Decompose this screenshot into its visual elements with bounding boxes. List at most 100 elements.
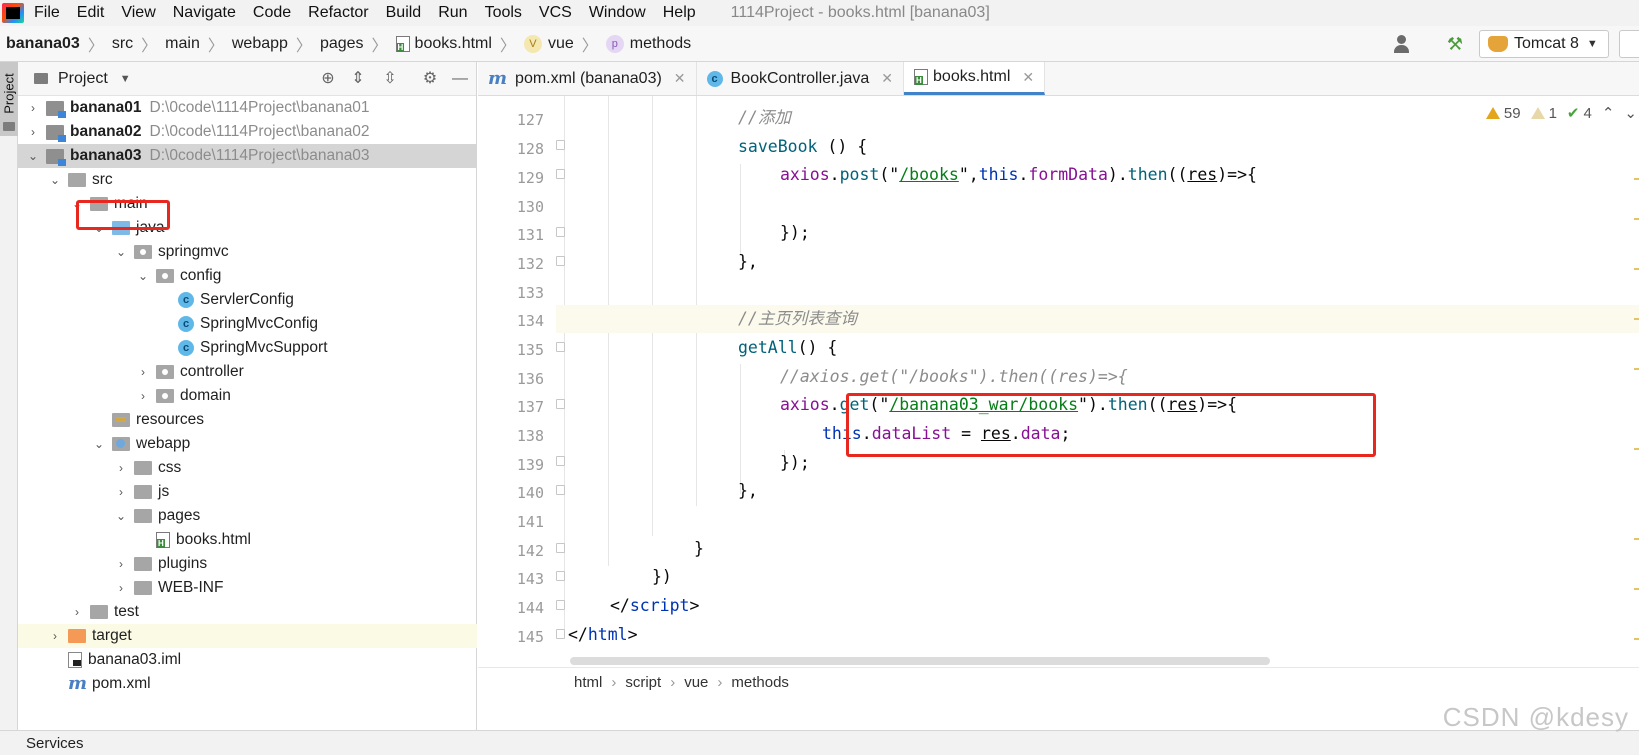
nav-crumb-vue[interactable]: V vue xyxy=(523,34,574,53)
services-tab[interactable]: Services xyxy=(26,735,84,752)
close-icon[interactable]: ✕ xyxy=(1022,69,1034,86)
menu-tools[interactable]: Tools xyxy=(485,4,522,22)
fold-icon[interactable] xyxy=(556,600,565,610)
chevron-right-icon[interactable]: › xyxy=(48,629,62,643)
stripe-mark[interactable] xyxy=(1634,538,1639,540)
collapse-all-icon[interactable]: ⇳ xyxy=(380,70,400,88)
menu-help[interactable]: Help xyxy=(663,4,696,22)
fold-icon[interactable] xyxy=(556,227,565,237)
tree-item-target[interactable]: › target xyxy=(18,624,477,648)
fold-icon[interactable] xyxy=(556,571,565,581)
tree-item-springmvcsupport[interactable]: › c SpringMvcSupport xyxy=(18,336,477,360)
error-stripe[interactable] xyxy=(1633,158,1639,658)
tree-item-banana02[interactable]: › banana02 D:\0code\1114Project\banana02 xyxy=(18,120,477,144)
menu-build[interactable]: Build xyxy=(386,4,422,22)
fold-icon[interactable] xyxy=(556,342,565,352)
menu-run[interactable]: Run xyxy=(438,4,467,22)
nav-crumb-file[interactable]: books.html xyxy=(395,35,492,53)
chevron-right-icon[interactable]: › xyxy=(26,125,40,139)
menu-file[interactable]: File xyxy=(34,4,60,22)
fold-icon[interactable] xyxy=(556,169,565,179)
stripe-mark[interactable] xyxy=(1634,638,1639,640)
user-account-icon[interactable] xyxy=(1393,34,1421,54)
menu-navigate[interactable]: Navigate xyxy=(173,4,236,22)
fold-icon[interactable] xyxy=(556,456,565,466)
menu-window[interactable]: Window xyxy=(589,4,646,22)
build-hammer-icon[interactable]: ⚒ xyxy=(1443,34,1467,54)
tree-item-books-html[interactable]: › books.html xyxy=(18,528,477,552)
chevron-down-icon[interactable]: ⌄ xyxy=(92,437,106,451)
chevron-down-icon[interactable]: ⌄ xyxy=(114,509,128,523)
tree-item-springmvcconfig[interactable]: › c SpringMvcConfig xyxy=(18,312,477,336)
chevron-right-icon[interactable]: › xyxy=(136,365,150,379)
stripe-mark[interactable] xyxy=(1634,588,1639,590)
tab-books-html[interactable]: books.html ✕ xyxy=(904,62,1046,95)
fold-icon[interactable] xyxy=(556,256,565,266)
breadcrumb-html[interactable]: html xyxy=(574,674,602,691)
stripe-mark[interactable] xyxy=(1634,368,1639,370)
nav-crumb-webapp[interactable]: webapp xyxy=(232,35,288,53)
nav-crumb-src[interactable]: src xyxy=(112,35,133,53)
nav-crumb-pages[interactable]: pages xyxy=(320,35,364,53)
fold-icon[interactable] xyxy=(556,399,565,409)
tree-item-pages[interactable]: ⌄ pages xyxy=(18,504,477,528)
menu-view[interactable]: View xyxy=(121,4,155,22)
tree-item-src[interactable]: ⌄ src xyxy=(18,168,477,192)
fold-icon[interactable] xyxy=(556,485,565,495)
menu-code[interactable]: Code xyxy=(253,4,291,22)
locate-icon[interactable]: ⊕ xyxy=(318,70,338,88)
tree-item-domain[interactable]: › domain xyxy=(18,384,477,408)
chevron-down-icon[interactable]: ⌄ xyxy=(114,245,128,259)
tree-item-controller[interactable]: › controller xyxy=(18,360,477,384)
chevron-down-icon[interactable]: ⌄ xyxy=(48,173,62,187)
close-icon[interactable]: ✕ xyxy=(881,70,893,87)
tree-item-js[interactable]: › js xyxy=(18,480,477,504)
tree-item-css[interactable]: › css xyxy=(18,456,477,480)
run-button[interactable] xyxy=(1619,30,1639,58)
tree-item-iml[interactable]: › banana03.iml xyxy=(18,648,477,672)
project-view-title[interactable]: Project xyxy=(58,70,108,88)
chevron-down-icon[interactable]: ⌄ xyxy=(26,149,40,163)
chevron-right-icon[interactable]: › xyxy=(114,485,128,499)
stripe-mark[interactable] xyxy=(1634,268,1639,270)
tree-item-config[interactable]: ⌄ config xyxy=(18,264,477,288)
tree-item-pom[interactable]: › m pom.xml xyxy=(18,672,477,696)
tab-bookcontroller[interactable]: c BookController.java ✕ xyxy=(697,62,905,95)
tree-item-resources[interactable]: › resources xyxy=(18,408,477,432)
menu-refactor[interactable]: Refactor xyxy=(308,4,368,22)
tree-item-banana01[interactable]: › banana01 D:\0code\1114Project\banana01 xyxy=(18,96,477,120)
tree-item-springmvc[interactable]: ⌄ springmvc xyxy=(18,240,477,264)
chevron-right-icon[interactable]: › xyxy=(136,389,150,403)
tab-pom-xml[interactable]: m pom.xml (banana03) ✕ xyxy=(478,62,697,95)
tree-item-servlerconfig[interactable]: › c ServlerConfig xyxy=(18,288,477,312)
tree-item-plugins[interactable]: › plugins xyxy=(18,552,477,576)
menu-edit[interactable]: Edit xyxy=(77,4,105,22)
fold-icon[interactable] xyxy=(556,140,565,150)
hide-icon[interactable]: — xyxy=(450,70,470,88)
breadcrumb-methods[interactable]: methods xyxy=(731,674,789,691)
chevron-right-icon[interactable]: › xyxy=(114,557,128,571)
chevron-right-icon[interactable]: › xyxy=(114,581,128,595)
stripe-mark[interactable] xyxy=(1634,448,1639,450)
stripe-mark[interactable] xyxy=(1634,178,1639,180)
horizontal-scrollbar[interactable] xyxy=(570,657,1270,665)
chevron-right-icon[interactable]: › xyxy=(70,605,84,619)
tree-item-webapp[interactable]: ⌄ webapp xyxy=(18,432,477,456)
nav-crumb-main[interactable]: main xyxy=(165,35,200,53)
breadcrumb-vue[interactable]: vue xyxy=(684,674,708,691)
tree-item-banana03[interactable]: ⌄ banana03 D:\0code\1114Project\banana03 xyxy=(18,144,477,168)
gear-icon[interactable]: ⚙ xyxy=(420,70,440,88)
breadcrumb-script[interactable]: script xyxy=(625,674,661,691)
nav-crumb-project[interactable]: banana03 xyxy=(6,35,80,53)
run-configuration-select[interactable]: Tomcat 8 ▼ xyxy=(1479,30,1609,58)
tree-item-test[interactable]: › test xyxy=(18,600,477,624)
tree-item-web-inf[interactable]: › WEB-INF xyxy=(18,576,477,600)
chevron-right-icon[interactable]: › xyxy=(114,461,128,475)
stripe-mark[interactable] xyxy=(1634,218,1639,220)
fold-icon[interactable] xyxy=(556,629,565,639)
chevron-down-icon[interactable]: ▼ xyxy=(120,73,131,85)
expand-all-icon[interactable]: ⇕ xyxy=(348,70,368,88)
menu-vcs[interactable]: VCS xyxy=(539,4,572,22)
project-stripe-button[interactable]: Project xyxy=(0,62,18,136)
fold-icon[interactable] xyxy=(556,543,565,553)
